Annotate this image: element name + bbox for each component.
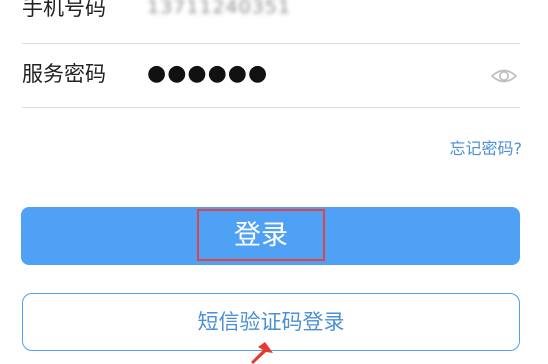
login-button[interactable]: 登录	[21, 207, 520, 265]
annotation-arrow-icon	[251, 342, 273, 364]
phone-input[interactable]: 13711240351	[147, 0, 291, 18]
divider	[22, 43, 520, 44]
divider	[22, 107, 520, 108]
password-row: 服务密码 ●●●●●●	[22, 50, 520, 102]
forgot-password-link[interactable]: 忘记密码?	[450, 141, 523, 157]
phone-label: 手机号码	[22, 0, 106, 20]
eye-icon[interactable]	[490, 64, 518, 88]
login-button-label: 登录	[197, 209, 325, 261]
password-label: 服务密码	[22, 62, 106, 86]
phone-row: 手机号码 13711240351	[22, 0, 520, 44]
password-input[interactable]: ●●●●●●	[147, 61, 268, 86]
